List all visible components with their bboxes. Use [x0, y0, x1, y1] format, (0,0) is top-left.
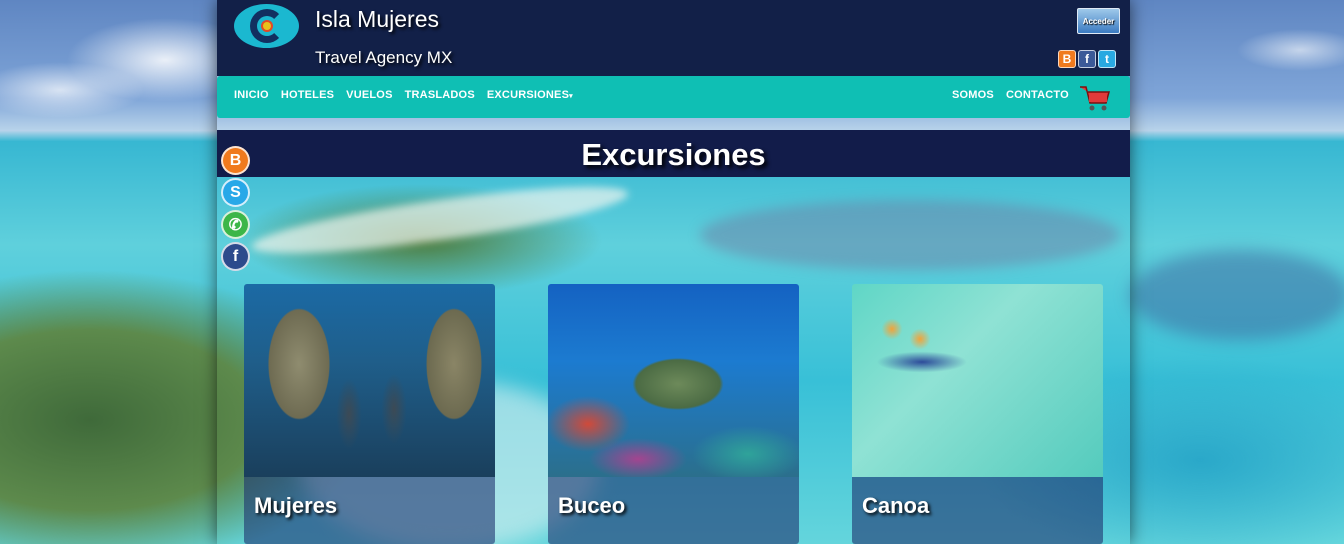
header: Isla Mujeres Travel Agency MX Acceder B …: [217, 0, 1130, 76]
excursion-image-underwater-statues[interactable]: [244, 284, 495, 477]
nav-item-excursiones-label: EXCURSIONES: [486, 89, 570, 101]
nav-item-somos[interactable]: SOMOS: [952, 89, 994, 101]
nav-item-inicio[interactable]: INICIO: [234, 89, 269, 101]
nav-left: INICIO HOTELES VUELOS TRASLADOS EXCURSIO…: [234, 89, 573, 101]
excursion-image-kayak[interactable]: [852, 284, 1103, 477]
facebook-icon[interactable]: f: [1078, 50, 1096, 68]
shopping-cart-icon[interactable]: [1079, 83, 1111, 113]
background-reef: [1130, 250, 1344, 340]
excursion-image-sea-turtle-reef[interactable]: [548, 284, 799, 477]
excursion-card-label[interactable]: Mujeres: [244, 477, 495, 544]
excursion-card-canoa[interactable]: Canoa: [852, 284, 1103, 544]
nav-item-excursiones[interactable]: EXCURSIONES▾: [487, 89, 573, 101]
nav-item-hoteles[interactable]: HOTELES: [281, 89, 334, 101]
excursion-card-mujeres[interactable]: Mujeres: [244, 284, 495, 544]
excursion-card-label[interactable]: Canoa: [852, 477, 1103, 544]
site-subtitle: Travel Agency MX: [315, 48, 453, 67]
excursion-card-label[interactable]: Buceo: [548, 477, 799, 544]
page-title: Excursiones: [581, 137, 766, 172]
logo-dot: [262, 22, 271, 30]
page-title-band: Excursiones: [217, 130, 1130, 177]
nav-right: SOMOS CONTACTO: [952, 89, 1069, 101]
header-social-links: B f t: [1058, 50, 1116, 68]
facebook-icon[interactable]: f: [221, 242, 250, 271]
skype-icon[interactable]: S: [221, 178, 250, 207]
excursion-card-buceo[interactable]: Buceo: [548, 284, 799, 544]
nav-item-contacto[interactable]: CONTACTO: [1006, 89, 1069, 101]
blogger-icon[interactable]: B: [221, 146, 250, 175]
floating-social-bar: B S ✆ f: [221, 146, 251, 271]
site-title[interactable]: Isla Mujeres: [315, 6, 439, 33]
twitter-icon[interactable]: t: [1098, 50, 1116, 68]
whatsapp-icon[interactable]: ✆: [221, 210, 250, 239]
logo-mark: [249, 9, 284, 43]
login-button[interactable]: Acceder: [1077, 8, 1120, 34]
blogger-icon[interactable]: B: [1058, 50, 1076, 68]
site-logo[interactable]: [234, 4, 299, 48]
main-nav: INICIO HOTELES VUELOS TRASLADOS EXCURSIO…: [217, 76, 1130, 118]
chevron-down-icon: ▾: [569, 93, 573, 100]
nav-item-vuelos[interactable]: VUELOS: [346, 89, 392, 101]
nav-item-traslados[interactable]: TRASLADOS: [405, 89, 475, 101]
